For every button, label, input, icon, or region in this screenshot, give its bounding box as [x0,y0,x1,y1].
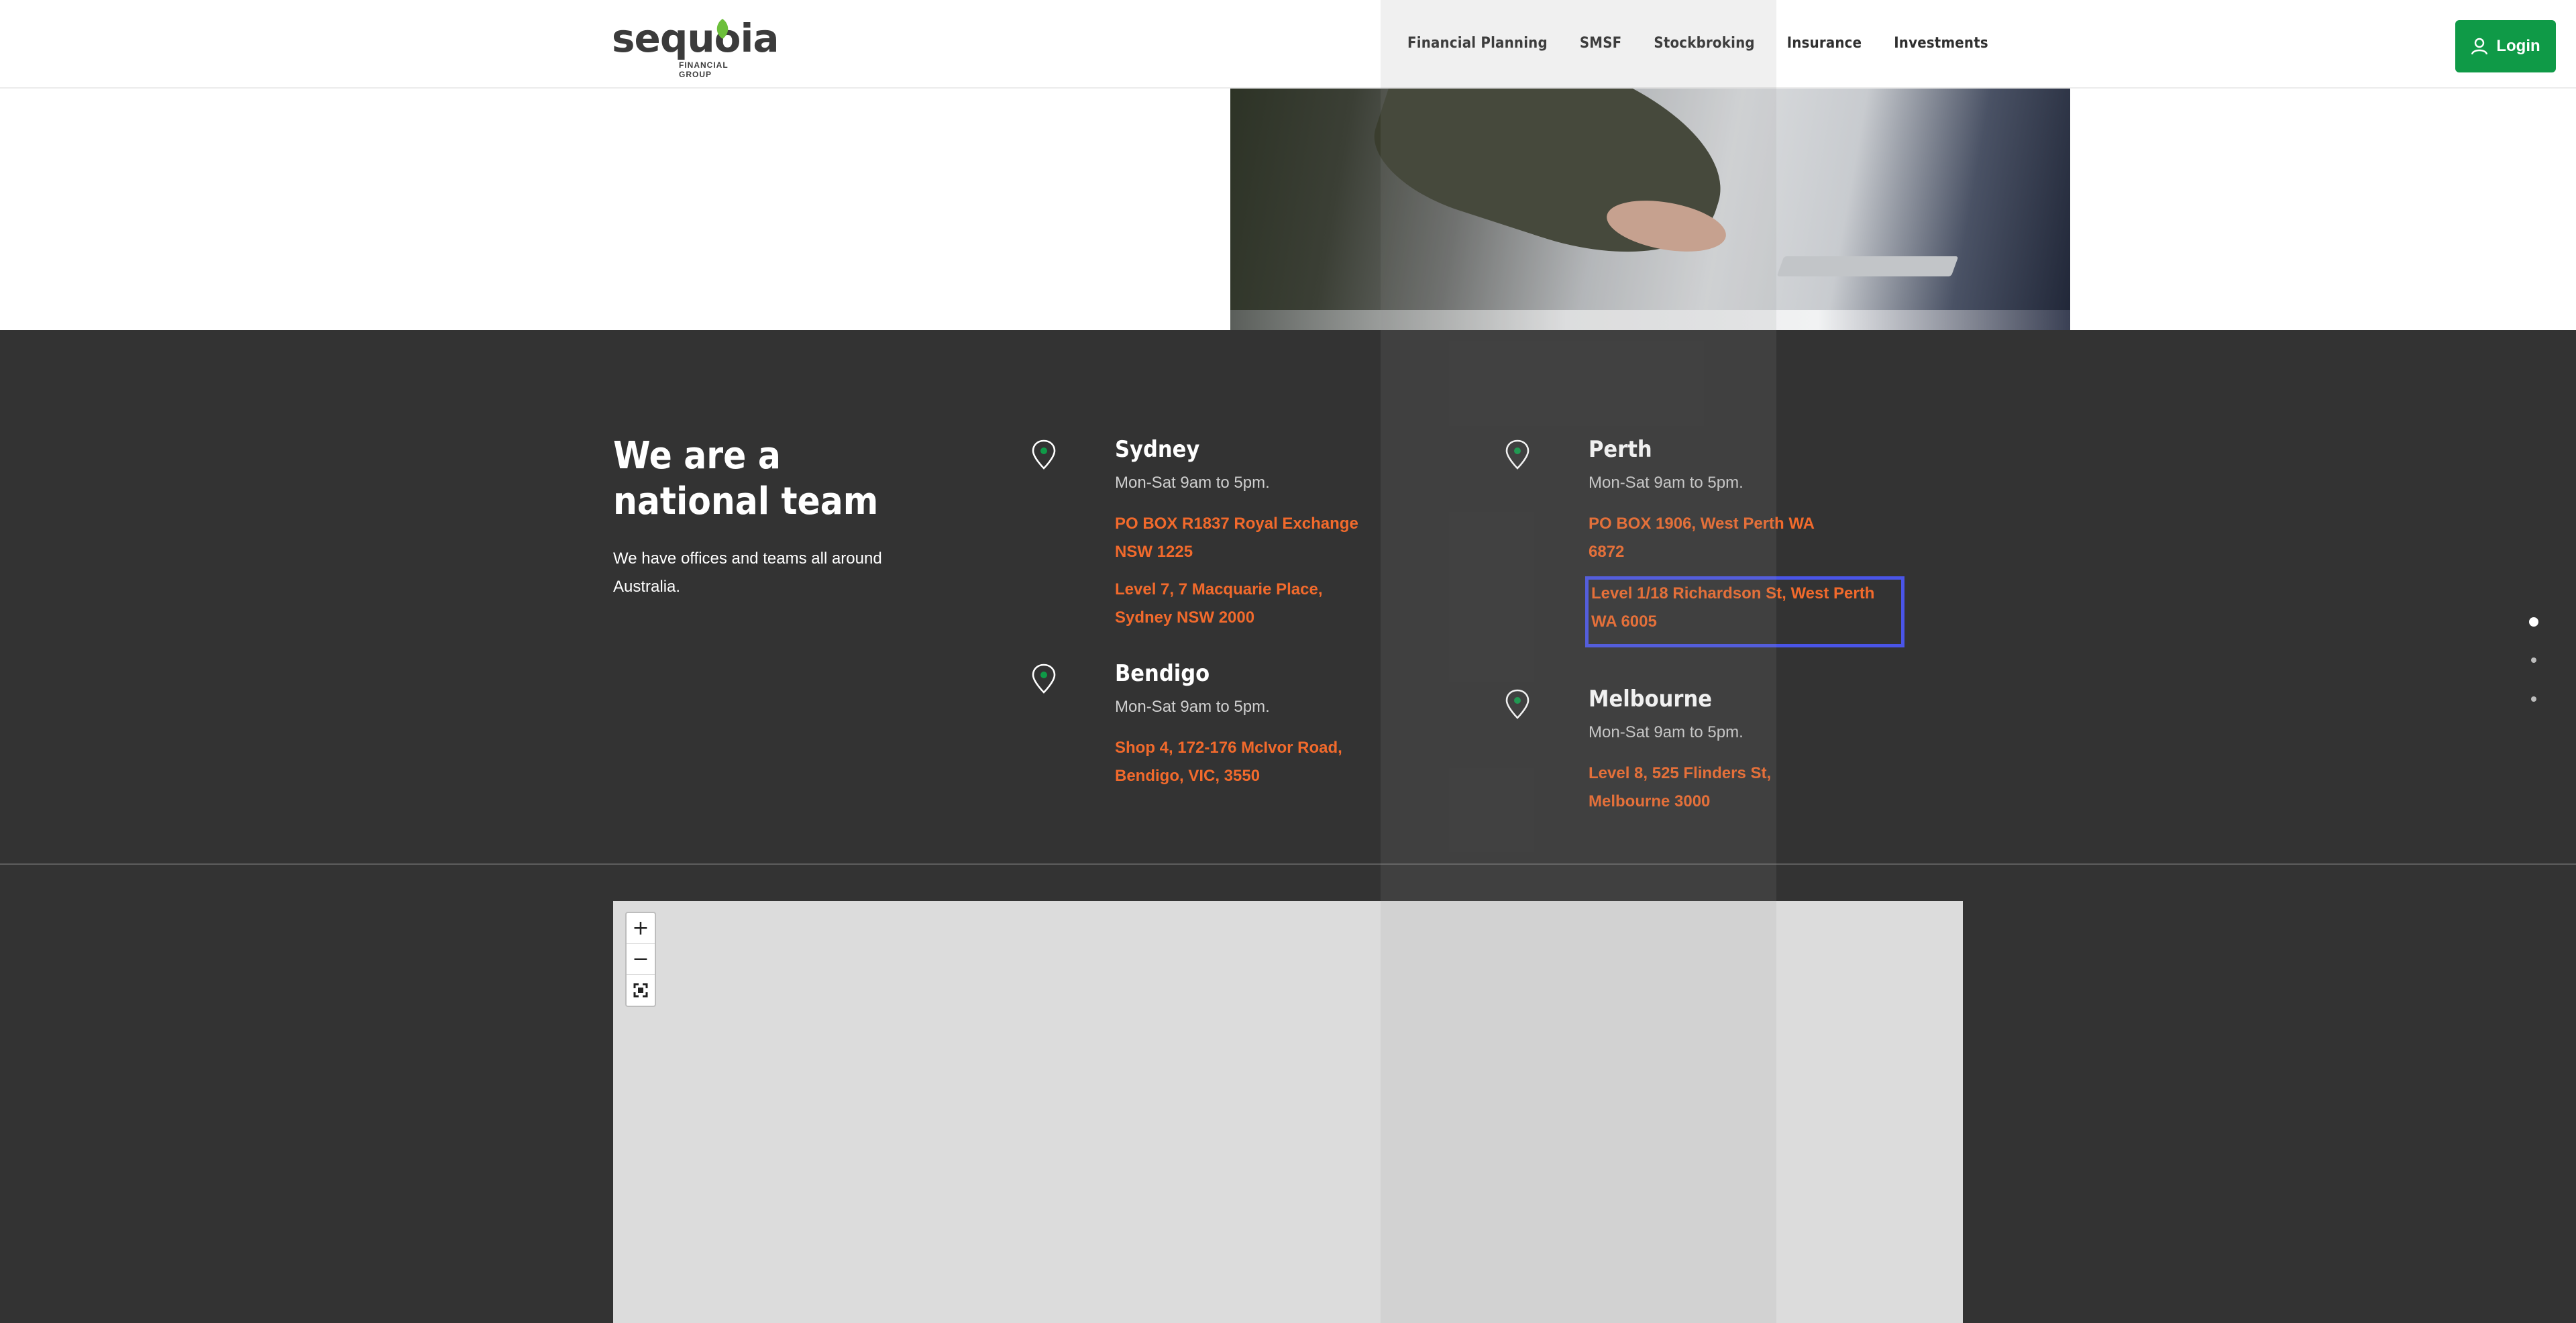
leaf-icon [716,19,729,39]
zoom-in-button[interactable]: + [627,913,655,944]
logo-subtext: FINANCIAL GROUP [679,60,729,79]
hero-photo [1230,89,2070,345]
office-hours: Mon-Sat 9am to 5pm. [1589,474,1743,492]
login-button[interactable]: Login [2455,20,2556,72]
office-hours: Mon-Sat 9am to 5pm. [1115,474,1270,492]
sequoia-logo[interactable]: sequoia FINANCIAL GROUP [612,16,780,79]
map-controls: + − [625,912,656,1007]
main-nav: Financial Planning SMSF Stockbroking Ins… [1407,35,1988,52]
location-pin-icon [1505,689,1529,719]
pagination-dot-active[interactable] [2529,617,2538,627]
nav-insurance[interactable]: Insurance [1787,35,1862,52]
location-pin-icon [1032,439,1056,470]
office-hours: Mon-Sat 9am to 5pm. [1115,698,1270,716]
address-link[interactable]: PO BOX R1837 Royal Exchange NSW 1225 [1115,510,1370,566]
fullscreen-icon [633,983,648,998]
zoom-out-button[interactable]: − [627,944,655,975]
location-pin-icon [1505,439,1529,470]
section-title: We are a national team [613,434,879,523]
address-link[interactable]: Level 7, 7 Macquarie Place, Sydney NSW 2… [1115,576,1370,632]
address-link[interactable]: PO BOX 1906, West Perth WA 6872 [1589,510,1843,566]
address-link[interactable]: Shop 4, 172-176 McIvor Road, Bendigo, VI… [1115,734,1370,790]
fullscreen-button[interactable] [627,975,655,1006]
office-name: Bendigo [1115,660,1210,687]
location-pin-icon [1032,664,1056,694]
nav-stockbroking[interactable]: Stockbroking [1654,35,1754,52]
section-divider [0,863,2576,865]
office-hours: Mon-Sat 9am to 5pm. [1589,723,1743,741]
logo-wordmark: sequoia [612,15,780,61]
address-link-focused[interactable]: Level 1/18 Richardson St, West Perth WA … [1585,576,1904,647]
office-name: Melbourne [1589,686,1712,712]
nav-investments[interactable]: Investments [1894,35,1988,52]
pagination-dot[interactable] [2531,696,2536,702]
office-map[interactable]: + − [613,901,1963,1323]
office-name: Perth [1589,436,1652,463]
address-link[interactable]: Level 8, 525 Flinders St, Melbourne 3000 [1589,759,1843,816]
office-name: Sydney [1115,436,1200,463]
login-label: Login [2496,37,2540,55]
user-icon [2471,38,2488,55]
site-header: sequoia FINANCIAL GROUP Financial Planni… [0,0,2576,89]
nav-smsf[interactable]: SMSF [1580,35,1622,52]
pagination-dot[interactable] [2531,657,2536,663]
section-description: We have offices and teams all around Aus… [613,549,882,596]
nav-financial-planning[interactable]: Financial Planning [1407,35,1548,52]
